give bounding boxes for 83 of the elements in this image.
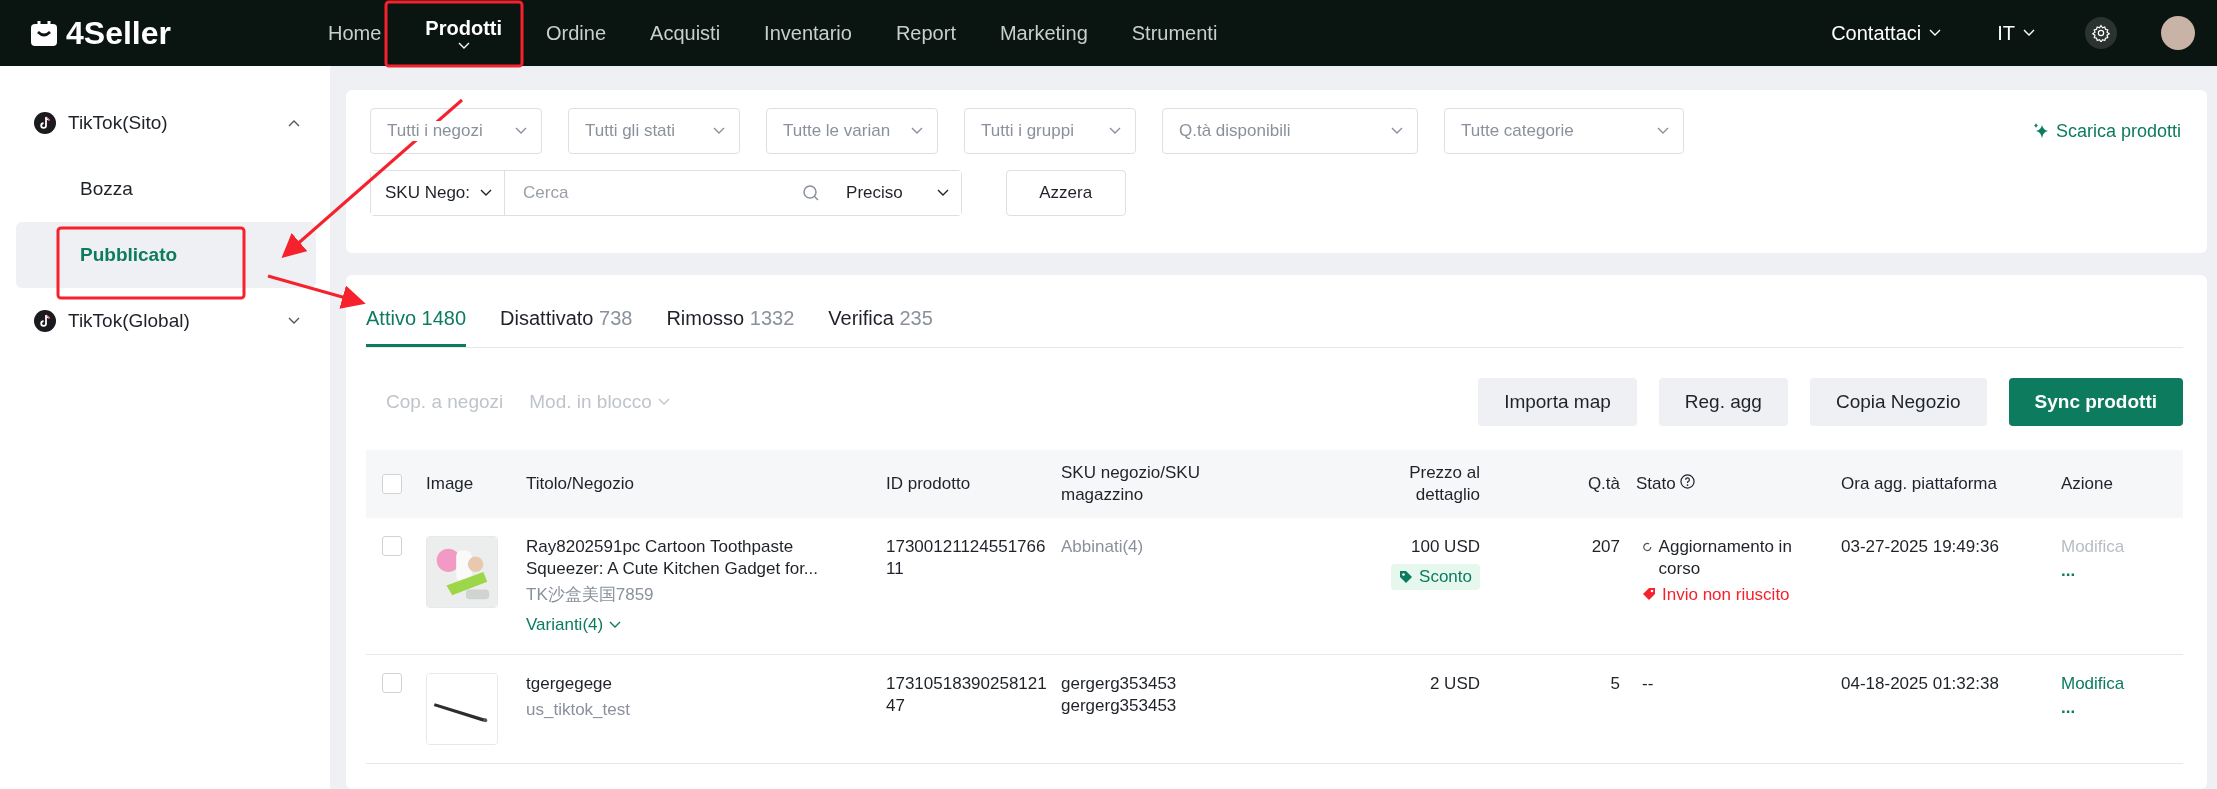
column-header: Image (426, 473, 474, 493)
chevron-icon (2023, 29, 2035, 37)
action-button[interactable]: Reg. agg (1658, 378, 1788, 426)
sidebar-item[interactable]: Bozza (16, 156, 316, 222)
column-header: Azione (2061, 473, 2113, 493)
sync-button[interactable]: Sync prodotti (2008, 378, 2183, 426)
action-button[interactable]: Importa map (1478, 378, 1637, 426)
column-header: Ora agg. piattaforma (1841, 473, 1997, 493)
chevron-icon (609, 621, 622, 630)
status-text: Aggiornamento in corso (1658, 536, 1793, 581)
price: 100 USD (1410, 536, 1480, 558)
more-link[interactable]: ... (2061, 560, 2076, 583)
tab[interactable]: Verifica 235 (828, 307, 933, 347)
update-time: 03-27-2025 19:49:36 (1841, 536, 2000, 558)
sku-text: gergerg353453 (1061, 695, 1178, 718)
variants-link[interactable]: Varianti(4) (526, 614, 622, 637)
tab[interactable]: Attivo 1480 (366, 307, 467, 347)
chevron-icon (1109, 127, 1121, 135)
chevron-icon (480, 189, 493, 197)
product-title: Ray8202591pc Cartoon Toothpaste Squeezer: A Cute Kitchen Gadget for... (526, 536, 820, 581)
tiktok-icon (34, 310, 56, 332)
sidebar-item[interactable]: Pubblicato (16, 222, 316, 288)
download-link[interactable]: Scarica prodotti (2025, 119, 2187, 143)
shop-name: us_tiktok_test (526, 699, 631, 722)
chevron-icon (713, 127, 725, 135)
column-header: Stato (1636, 473, 1676, 493)
tab[interactable]: Rimosso 1332 (666, 307, 795, 347)
status-text: -- (1642, 674, 1654, 694)
column-header: Titolo/Negozio (526, 473, 635, 493)
language-menu[interactable]: IT (1991, 20, 2041, 46)
sku-text: gergerg353453 (1061, 673, 1178, 696)
help-icon (1680, 473, 1696, 489)
nav-item[interactable]: Prodotti (403, 0, 524, 66)
product-id: 1731051839025812147 (886, 673, 1048, 718)
edit-link[interactable]: Modifica (2061, 673, 2125, 696)
chevron-icon (288, 317, 300, 325)
chevron-icon (515, 127, 527, 135)
shop-name: TK沙盒美国7859 (526, 584, 655, 607)
chevron-icon (1929, 29, 1942, 37)
product-title: tgergegege (526, 673, 614, 696)
chevron-icon (911, 127, 923, 135)
chevron-icon (936, 189, 949, 197)
nav-item[interactable]: Report (873, 0, 978, 66)
nav-item[interactable]: Inventario (742, 0, 874, 66)
product-id: 1730012112455176611 (886, 536, 1047, 581)
update-time: 04-18-2025 01:32:38 (1841, 673, 2000, 696)
logo-text[interactable]: 4Seller (66, 14, 171, 52)
quantity: 5 (1609, 673, 1621, 696)
chevron-icon (657, 398, 670, 406)
tiktok-icon (34, 112, 56, 134)
nav-item[interactable]: Acquisti (628, 0, 743, 66)
bag-logo-icon (30, 19, 58, 47)
checkbox[interactable] (382, 474, 402, 494)
column-header: Prezzo al dettaglio (1409, 462, 1480, 504)
checkbox[interactable] (382, 673, 402, 694)
more-link[interactable]: ... (2061, 697, 2076, 720)
column-header: SKU negozio/SKU magazzino (1061, 461, 1201, 506)
reset-button[interactable]: Azzera (1005, 170, 1126, 216)
search-icon (802, 184, 821, 202)
tag-icon (1642, 587, 1656, 602)
contact-menu[interactable]: Contattaci (1825, 20, 1948, 46)
action-button[interactable]: Copia Negozio (1809, 378, 1987, 426)
quantity: 207 (1590, 536, 1621, 558)
chevron-icon (457, 41, 470, 50)
nav-item[interactable]: Home (306, 0, 404, 66)
chevron-icon (288, 119, 300, 127)
sidebar-group[interactable]: TikTok(Sito) (0, 90, 330, 156)
sidebar-group[interactable]: TikTok(Global) (0, 288, 330, 354)
discount-badge: Sconto (1391, 564, 1480, 591)
nav-item[interactable]: Strumenti (1109, 0, 1240, 66)
sync-icon (1642, 541, 1653, 553)
avatar[interactable] (2161, 16, 2195, 50)
checkbox[interactable] (382, 536, 402, 556)
settings-icon[interactable] (2085, 17, 2117, 49)
nav-item[interactable]: Marketing (977, 0, 1110, 66)
price: 2 USD (1428, 673, 1480, 696)
tab[interactable]: Disattivato 738 (500, 307, 633, 347)
nav-item[interactable]: Ordine (524, 0, 629, 66)
chevron-icon (1391, 127, 1403, 135)
column-header: Q.tà (1587, 473, 1620, 493)
column-header: ID prodotto (886, 473, 971, 493)
status-text: Invio non riuscito (1662, 584, 1790, 607)
chevron-icon (1657, 127, 1669, 135)
